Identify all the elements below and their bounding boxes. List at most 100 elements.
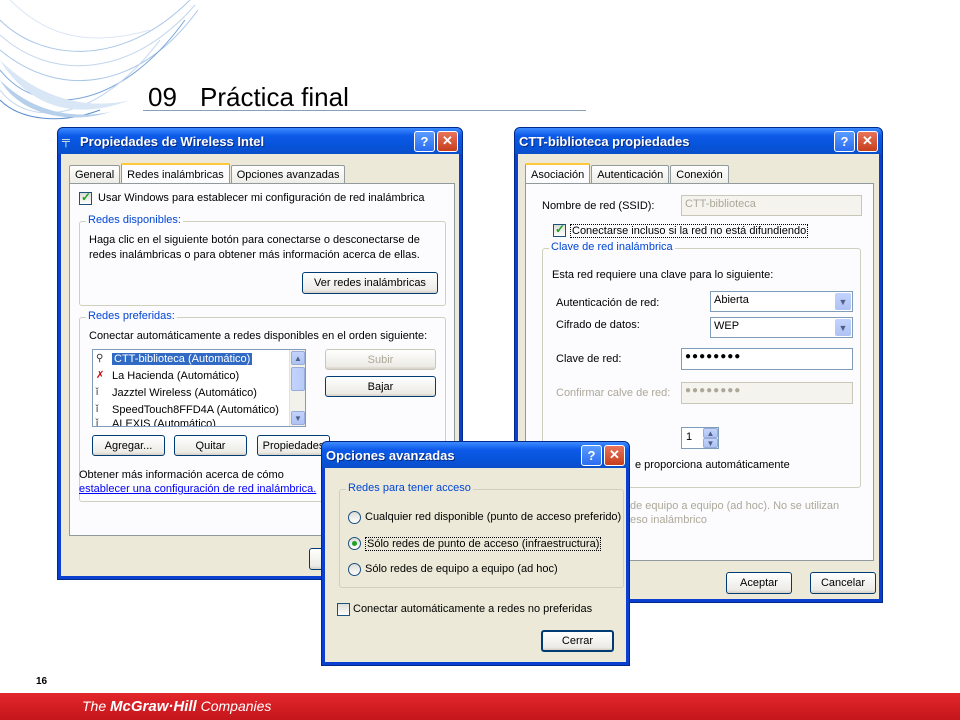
available-text-1: Haga clic en el siguiente botón para con… xyxy=(89,234,420,246)
cipher-select[interactable]: WEP ▼ xyxy=(710,317,853,338)
option-adhoc-label: Sólo redes de equipo a equipo (ad hoc) xyxy=(365,563,558,575)
list-item[interactable]: ǐ Jazztel Wireless (Automático) xyxy=(93,384,305,401)
antenna-icon: ǐ xyxy=(96,404,99,415)
networks-access-label: Redes para tener acceso xyxy=(346,482,473,494)
footer-bar: The McGraw·Hill Companies xyxy=(0,693,960,720)
cipher-value: WEP xyxy=(714,320,740,332)
tab-strip: Asociación Autenticación Conexión xyxy=(525,162,730,185)
cancel-button[interactable]: Cancelar xyxy=(810,572,876,594)
list-scrollbar[interactable]: ▲ ▼ xyxy=(289,350,305,426)
auth-value: Abierta xyxy=(714,294,749,306)
use-windows-checkbox[interactable] xyxy=(79,190,92,205)
more-info-text: Obtener más información acerca de cómo xyxy=(79,469,284,481)
broadcast-label: Conectarse incluso si la red no está dif… xyxy=(570,224,809,238)
scroll-down-icon[interactable]: ▼ xyxy=(291,411,305,425)
option-any-network-radio[interactable] xyxy=(348,511,361,524)
option-any-network-label: Cualquier red disponible (punto de acces… xyxy=(365,511,622,523)
disconnected-antenna-icon: ✗ xyxy=(96,370,105,381)
available-networks-group: Redes disponibles: Haga clic en el sigui… xyxy=(79,214,446,306)
remove-button[interactable]: Quitar xyxy=(174,435,247,456)
confirm-key-field[interactable]: ●●●●●●●● xyxy=(681,382,853,404)
help-button[interactable]: ? xyxy=(414,130,435,152)
title-rule xyxy=(143,110,586,111)
ssid-field[interactable]: CTT-biblioteca xyxy=(681,195,862,216)
window-title: Opciones avanzadas xyxy=(326,447,455,463)
close-dialog-button[interactable]: Cerrar xyxy=(541,630,614,652)
brand-prefix: The xyxy=(82,698,111,714)
ssid-label: Nombre de red (SSID): xyxy=(542,200,655,212)
brand-suffix: Companies xyxy=(196,698,272,714)
cipher-label: Cifrado de datos: xyxy=(556,319,640,331)
scroll-thumb[interactable] xyxy=(291,367,305,391)
network-icon: ╤ xyxy=(62,135,70,147)
scroll-up-icon[interactable]: ▲ xyxy=(291,351,305,365)
slide-title-text: Práctica final xyxy=(200,82,349,112)
antenna-icon: ǐ xyxy=(96,387,99,398)
window-title: Propiedades de Wireless Intel xyxy=(80,133,265,149)
adhoc-text-2: eso inalámbrico xyxy=(630,514,708,526)
adhoc-text-1: de equipo a equipo (ad hoc). No se utili… xyxy=(630,500,840,512)
chevron-down-icon: ▼ xyxy=(835,319,851,336)
ok-button[interactable]: Aceptar xyxy=(726,572,792,594)
window-title: CTT-biblioteca propiedades xyxy=(519,133,690,149)
view-wireless-networks-button[interactable]: Ver redes inalámbricas xyxy=(302,272,438,294)
option-adhoc-radio[interactable] xyxy=(348,563,361,576)
available-networks-label: Redes disponibles: xyxy=(86,214,183,226)
tab-association[interactable]: Asociación xyxy=(525,163,591,185)
tab-wireless-networks[interactable]: Redes inalámbricas xyxy=(121,163,230,185)
available-text-2: redes inalámbricas o para obtener más in… xyxy=(89,249,420,261)
move-down-button[interactable]: Bajar xyxy=(325,376,436,397)
network-key-label: Clave de red inalámbrica xyxy=(549,241,675,253)
antenna-icon: ǐ xyxy=(96,418,99,427)
key-label: Clave de red: xyxy=(556,353,622,365)
list-item[interactable]: ✗ La Hacienda (Automático) xyxy=(93,367,305,384)
auto-connect-checkbox[interactable] xyxy=(337,603,350,616)
properties-button[interactable]: Propiedades xyxy=(257,435,330,456)
list-item[interactable]: ǐ SpeedTouch8FFD4A (Automático) xyxy=(93,401,305,418)
close-button[interactable]: ✕ xyxy=(604,444,625,466)
tab-advanced-options[interactable]: Opciones avanzadas xyxy=(230,165,346,184)
option-infrastructure-radio[interactable] xyxy=(348,537,361,550)
auth-label: Autenticación de red: xyxy=(556,297,660,309)
option-infrastructure-label: Sólo redes de punto de acceso (infraestr… xyxy=(365,537,602,551)
networks-access-group: Redes para tener acceso Cualquier red di… xyxy=(339,482,624,588)
title-bar: CTT-biblioteca propiedades ? ✕ xyxy=(515,128,882,154)
auto-key-label: e proporciona automáticamente xyxy=(635,459,790,471)
slide-number: 09 xyxy=(148,82,177,112)
preferred-networks-label: Redes preferidas: xyxy=(86,310,177,322)
tab-general[interactable]: General xyxy=(69,165,121,184)
brand-name: McGraw·Hill xyxy=(110,698,197,715)
title-bar: ╤ Propiedades de Wireless Intel ? ✕ xyxy=(58,128,462,154)
spin-up-icon[interactable]: ▲ xyxy=(703,428,718,438)
preferred-networks-list[interactable]: ⚲ CTT-biblioteca (Automático) ✗ La Haciend… xyxy=(92,349,306,427)
key-field[interactable]: ●●●●●●●● xyxy=(681,348,853,370)
title-bar: Opciones avanzadas ? ✕ xyxy=(322,442,629,468)
help-button[interactable]: ? xyxy=(834,130,855,152)
key-index-value: 1 xyxy=(686,431,693,443)
auto-connect-label: Conectar automáticamente a redes no pref… xyxy=(353,603,593,615)
broadcast-checkbox[interactable] xyxy=(553,222,566,237)
close-button[interactable]: ✕ xyxy=(857,130,878,152)
preferred-text: Conectar automáticamente a redes disponi… xyxy=(89,330,428,342)
help-button[interactable]: ? xyxy=(581,444,602,466)
confirm-label: Confirmar calve de red: xyxy=(556,387,671,399)
more-info-link[interactable]: establecer una configuración de red inal… xyxy=(79,483,316,495)
key-required-text: Esta red requiere una clave para lo sigu… xyxy=(552,269,774,281)
tab-strip: General Redes inalámbricas Opciones avan… xyxy=(69,162,346,185)
list-item[interactable]: ⚲ CTT-biblioteca (Automático) xyxy=(93,350,305,367)
close-button[interactable]: ✕ xyxy=(437,130,458,152)
tab-authentication[interactable]: Autenticación xyxy=(591,165,670,184)
slide-title: 09 Práctica final xyxy=(148,82,349,113)
add-button[interactable]: Agregar... xyxy=(92,435,165,456)
move-up-button[interactable]: Subir xyxy=(325,349,436,370)
tab-connection[interactable]: Conexión xyxy=(670,165,729,184)
list-item[interactable]: ǐ ALEXIS (Automático) xyxy=(93,418,305,427)
spin-down-icon[interactable]: ▼ xyxy=(703,438,718,448)
publisher-logo: The McGraw·Hill Companies xyxy=(82,698,271,715)
advanced-options-window: Opciones avanzadas ? ✕ Redes para tener … xyxy=(321,441,630,666)
auth-select[interactable]: Abierta ▼ xyxy=(710,291,853,312)
window-body: Redes para tener acceso Cualquier red di… xyxy=(325,468,626,662)
chevron-down-icon: ▼ xyxy=(835,293,851,310)
key-index-spinner[interactable]: 1 ▲ ▼ xyxy=(681,427,719,449)
use-windows-label: Usar Windows para establecer mi configur… xyxy=(98,192,425,204)
